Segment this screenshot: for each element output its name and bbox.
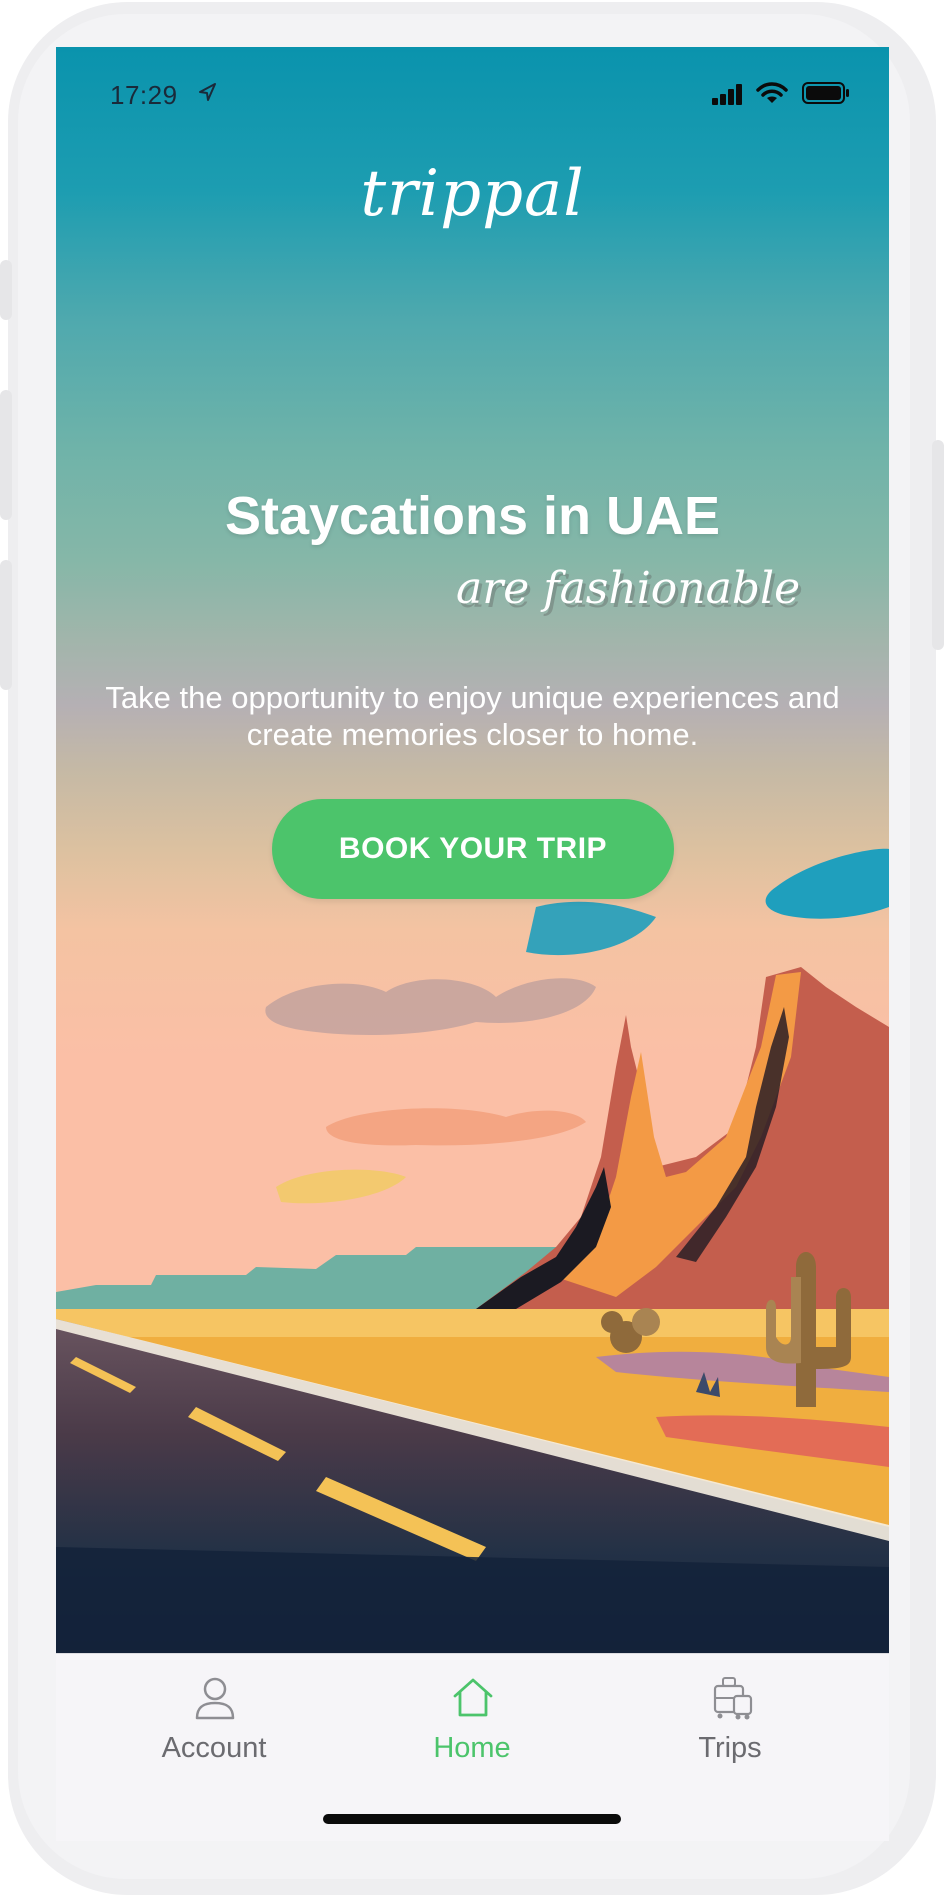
hero-banner: 17:29 trippal Staycations in UAE are fas… <box>56 47 889 1653</box>
tab-account-label: Account <box>161 1732 267 1764</box>
wifi-icon <box>756 82 788 103</box>
hero-headline: Staycations in UAE <box>224 486 721 546</box>
book-your-trip-button[interactable]: BOOK YOUR TRIP <box>272 799 674 899</box>
tab-trips-label: Trips <box>698 1732 762 1764</box>
side-button <box>0 260 12 320</box>
battery-icon <box>802 82 849 104</box>
house-icon <box>453 1678 493 1717</box>
trippal-logo: trippal <box>360 157 585 231</box>
bottom-tab-bar: Account Home Trips <box>56 1653 889 1841</box>
tab-home[interactable]: Home <box>352 1654 592 1784</box>
status-bar: 17:29 <box>56 47 889 137</box>
app-screen: 17:29 trippal Staycations in UAE are fas… <box>56 47 889 1841</box>
status-time: 17:29 <box>110 80 178 110</box>
luggage-icon <box>713 1677 753 1720</box>
side-button <box>0 560 12 690</box>
phone-device: 17:29 trippal Staycations in UAE are fas… <box>0 0 944 1897</box>
side-button <box>932 440 944 650</box>
cellular-signal-icon <box>712 84 742 105</box>
tab-trips[interactable]: Trips <box>610 1654 850 1784</box>
tab-home-label: Home <box>433 1732 511 1764</box>
location-arrow-icon <box>199 83 216 101</box>
tab-account[interactable]: Account <box>94 1654 334 1784</box>
person-icon <box>195 1677 235 1720</box>
side-button <box>0 390 12 520</box>
home-indicator[interactable] <box>323 1814 621 1824</box>
hero-subline: are fashionable <box>456 563 801 614</box>
hero-description: Take the opportunity to enjoy unique exp… <box>105 680 840 752</box>
